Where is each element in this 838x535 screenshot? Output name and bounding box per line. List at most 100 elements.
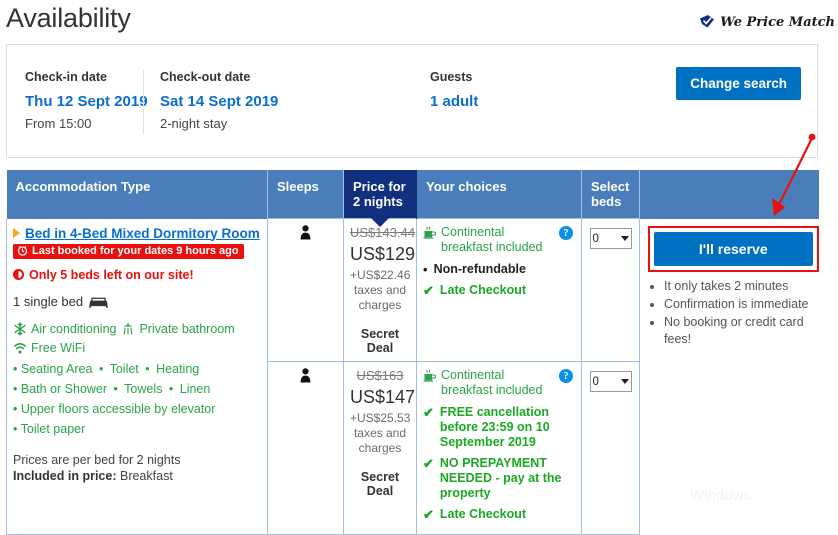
price-match-badge: We Price Match	[699, 14, 835, 30]
choice-label: NO PREPAYMENT NEEDED - pay at the proper…	[439, 456, 562, 500]
price-cell: US$143.44 US$129 +US$22.46 taxes and cha…	[343, 218, 417, 362]
beds-quantity-select[interactable]: 0	[589, 371, 632, 392]
checkin-time: From 15:00	[25, 116, 92, 131]
amenity-item: Toilet	[109, 361, 139, 376]
person-icon	[300, 368, 311, 383]
header-your-choices[interactable]: Your choices	[416, 170, 582, 219]
deal-tag: Secret Deal	[360, 327, 400, 355]
amenity-item: Heating	[156, 361, 200, 376]
breakfast-choice: Continental breakfast included ?	[423, 368, 575, 398]
reserve-highlight-frame: I'll reserve	[648, 225, 819, 272]
room-description-cell: Bed in 4-Bed Mixed Dormitory Room Last b…	[6, 218, 268, 535]
header-price-line1: Price for	[353, 179, 406, 194]
amenity-bullet-icon: •	[13, 361, 18, 376]
checkout-block: Check-out date Sat 14 Sept 2019 2-night …	[143, 70, 430, 134]
guests-value[interactable]: 1 adult	[430, 93, 580, 110]
deal-tag: Secret Deal	[360, 470, 400, 498]
checkout-date[interactable]: Sat 14 Sept 2019	[160, 93, 430, 110]
beds-quantity-select[interactable]: 0	[589, 228, 632, 249]
amenity-bullet-icon: •	[13, 421, 18, 436]
current-price: US$147	[350, 387, 416, 407]
single-bed-icon	[89, 297, 108, 308]
amenity-item: Linen	[179, 381, 211, 396]
header-sleeps[interactable]: Sleeps	[267, 170, 344, 219]
header-reserve-blank	[639, 170, 819, 219]
list-item: It only takes 2 minutes	[664, 278, 819, 295]
room-name-link[interactable]: Bed in 4-Bed Mixed Dormitory Room	[25, 226, 260, 241]
choice-label: Non-refundable	[433, 262, 526, 276]
help-icon[interactable]: ?	[559, 226, 573, 240]
amenity-item: Bath or Shower	[20, 381, 108, 396]
table-row: Bed in 4-Bed Mixed Dormitory Room Last b…	[6, 218, 819, 535]
beds-left-text: Only 5 beds left on our site!	[29, 267, 194, 282]
list-item: No booking or credit card fees!	[664, 314, 819, 348]
choice-label: Late Checkout	[439, 507, 527, 521]
amenity-label: Air conditioning	[31, 321, 117, 336]
choice-item: ✔ Late Checkout	[423, 283, 575, 298]
reserve-panel: I'll reserve It only takes 2 minutes Con…	[648, 219, 819, 348]
bed-configuration: 1 single bed	[13, 294, 261, 309]
shield-check-icon	[700, 15, 715, 28]
price-cell: US$163 US$147 +US$25.53 taxes and charge…	[343, 361, 417, 535]
check-icon: ✔	[423, 507, 434, 522]
help-icon[interactable]: ?	[559, 369, 573, 383]
header-select-beds[interactable]: Select beds	[581, 170, 640, 219]
reserve-button[interactable]: I'll reserve	[654, 231, 813, 266]
bullet-icon: •	[423, 262, 428, 277]
amenity-text-row-1: • Seating Area • Toilet • Heating	[13, 360, 261, 379]
half-circle-icon	[13, 269, 24, 280]
chevron-down-icon	[620, 379, 629, 384]
taxes-and-charges: +US$22.46 taxes and charges	[350, 268, 411, 312]
amenity-bullet-icon: •	[113, 381, 118, 396]
header-price-line2: 2 nights	[353, 194, 403, 209]
header-accommodation-type[interactable]: Accommodation Type	[6, 170, 268, 219]
guests-label: Guests	[430, 70, 473, 84]
checkin-block: Check-in date Thu 12 Sept 2019 From 15:0…	[25, 70, 148, 131]
sleeps-cell	[267, 361, 344, 535]
amenity-air-conditioning: Air conditioning	[13, 322, 116, 336]
amenity-bullet-icon: •	[145, 361, 150, 376]
search-summary-box: Check-in date Thu 12 Sept 2019 From 15:0…	[6, 44, 818, 158]
choice-item: • Non-refundable	[423, 262, 575, 277]
page-title: Availability	[6, 3, 131, 33]
amenity-item: Towels	[124, 381, 163, 396]
guests-block: Guests 1 adult	[430, 70, 580, 116]
reserve-benefits-list: It only takes 2 minutes Confirmation is …	[648, 278, 819, 348]
header-select-beds-line2: beds	[591, 194, 622, 209]
original-price: US$143.44	[350, 225, 416, 240]
choice-item: ✔ FREE cancellation before 23:59 on 10 S…	[423, 405, 575, 450]
price-column-pointer-icon	[371, 218, 389, 227]
list-item: Confirmation is immediate	[664, 296, 819, 313]
alarm-clock-icon	[17, 246, 28, 256]
windows-watermark: Windows	[690, 487, 751, 504]
check-icon: ✔	[423, 405, 434, 420]
expand-triangle-icon[interactable]	[13, 228, 20, 238]
taxes-and-charges: +US$25.53 taxes and charges	[350, 411, 411, 455]
amenity-bullet-icon: •	[13, 401, 18, 416]
choice-item: ✔ NO PREPAYMENT NEEDED - pay at the prop…	[423, 456, 575, 501]
amenity-icon-row-2: Free WiFi	[13, 341, 261, 355]
amenity-label: Free WiFi	[31, 340, 86, 355]
amenity-bullet-icon: •	[13, 381, 18, 396]
wifi-icon	[14, 342, 26, 353]
room-price-note: Prices are per bed for 2 nights Included…	[13, 452, 261, 484]
included-in-price-value: Breakfast	[119, 468, 173, 483]
beds-quantity-value: 0	[592, 232, 599, 245]
check-icon: ✔	[423, 456, 434, 471]
header-price[interactable]: Price for 2 nights	[343, 170, 417, 227]
check-icon: ✔	[423, 283, 434, 298]
original-price: US$163	[356, 368, 404, 383]
amenity-bullet-icon: •	[98, 361, 104, 376]
page-header: Availability We Price Match	[0, 0, 838, 42]
choice-label: FREE cancellation before 23:59 on 10 Sep…	[439, 405, 550, 449]
room-title[interactable]: Bed in 4-Bed Mixed Dormitory Room	[13, 226, 261, 241]
coffee-cup-icon	[423, 227, 436, 239]
bed-config-text: 1 single bed	[13, 293, 84, 309]
included-in-price-label: Included in price:	[13, 468, 117, 483]
amenity-item: Seating Area	[20, 361, 93, 376]
checkin-date[interactable]: Thu 12 Sept 2019	[25, 93, 148, 110]
change-search-button[interactable]: Change search	[676, 67, 801, 100]
your-choices-cell: Continental breakfast included ? ✔ FREE …	[416, 361, 582, 535]
shower-icon	[123, 322, 133, 335]
breakfast-text: Continental breakfast included	[441, 368, 543, 397]
